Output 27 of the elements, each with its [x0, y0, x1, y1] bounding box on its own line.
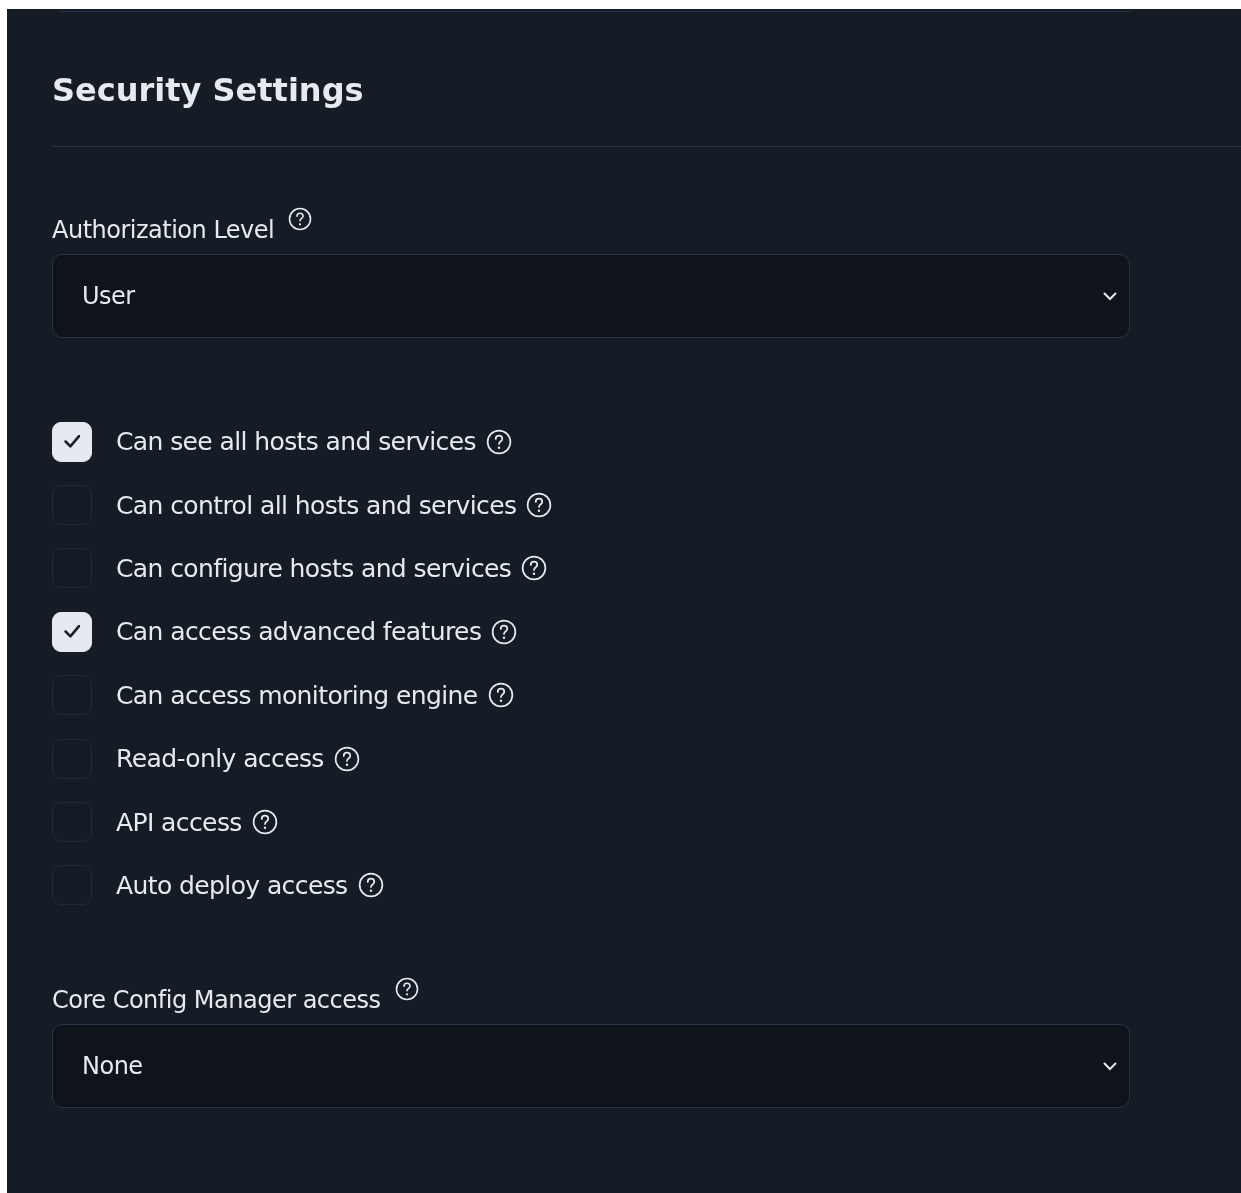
checkbox-label: Can configure hosts and services: [116, 553, 512, 583]
dropdown[interactable]: None: [52, 1024, 1130, 1109]
checkbox-label: Can access advanced features: [116, 617, 482, 647]
field-label: Authorization Level: [52, 215, 275, 245]
section-title: Security Settings: [52, 70, 364, 109]
help-icon[interactable]: [357, 872, 384, 899]
help-icon[interactable]: [394, 977, 419, 1002]
dropdown[interactable]: User: [52, 254, 1130, 338]
chevron-down-icon: [1103, 1061, 1117, 1071]
checkmark-icon: [64, 625, 80, 639]
checkbox-label: API access: [116, 807, 242, 837]
help-icon[interactable]: [333, 745, 360, 772]
checkbox-label: Auto deploy access: [116, 870, 348, 900]
checkbox-label: Read-only access: [116, 744, 324, 774]
help-icon[interactable]: [288, 207, 313, 231]
checkmark-icon: [64, 435, 80, 449]
field-label: Core Config Manager access: [52, 985, 381, 1016]
checkbox-label: Can access monitoring engine: [116, 680, 478, 710]
help-icon[interactable]: [487, 682, 514, 709]
help-icon[interactable]: [491, 618, 518, 645]
help-icon[interactable]: [521, 555, 548, 582]
help-icon[interactable]: [485, 428, 512, 455]
chevron-down-icon: [1103, 291, 1117, 301]
help-icon[interactable]: [251, 809, 278, 836]
checkbox-label: Can control all hosts and services: [116, 490, 517, 520]
help-icon[interactable]: [526, 492, 553, 519]
checkbox-label: Can see all hosts and services: [116, 427, 476, 457]
